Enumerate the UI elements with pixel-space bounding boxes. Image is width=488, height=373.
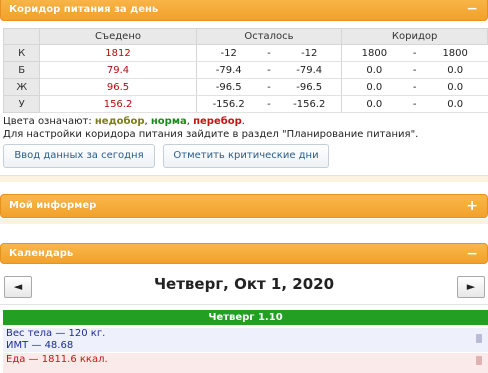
range-dash: - — [406, 61, 423, 79]
table-row: У 156.2 -156.2 - -156.2 0.0 - 0.0 — [2, 95, 488, 113]
range-dash: - — [406, 44, 423, 62]
calendar-panel-title: Календарь — [9, 248, 74, 259]
scale-icon — [476, 334, 482, 343]
row-label: К — [2, 44, 41, 62]
legend-suffix: . — [241, 116, 245, 127]
corridor-min-value: 0.0 — [341, 78, 407, 96]
row-label: Б — [2, 61, 41, 79]
apple-icon — [476, 356, 482, 365]
corridor-max-value: 0.0 — [422, 78, 488, 96]
range-dash: - — [260, 78, 278, 96]
range-dash: - — [260, 95, 278, 113]
corridor-panel-title: Коридор питания за день — [9, 4, 159, 15]
legend-ok: норма — [150, 116, 187, 127]
informer-panel-header[interactable]: Мой информер + — [0, 194, 488, 218]
table-row: Ж 96.5 -96.5 - -96.5 0.0 - 0.0 — [2, 78, 488, 96]
left-max-value: -96.5 — [277, 78, 342, 96]
left-max-value: -12 — [277, 44, 342, 62]
legend-low: недобор — [94, 116, 145, 127]
left-min-value: -12 — [195, 44, 261, 62]
column-header-eaten: Съедено — [39, 28, 197, 45]
left-min-value: -96.5 — [195, 78, 261, 96]
left-max-value: -156.2 — [277, 95, 342, 113]
enter-today-data-button[interactable]: Ввод данных за сегодня — [3, 144, 155, 168]
calendar-date: Четверг, Окт 1, 2020 — [153, 275, 335, 293]
body-metrics-entry[interactable]: Вес тела — 120 кг. ИМТ — 48.68 — [3, 328, 488, 352]
eaten-value: 1812 — [39, 44, 197, 62]
range-dash: - — [406, 78, 423, 96]
body-weight-text: Вес тела — 120 кг. — [6, 328, 106, 339]
left-min-value: -79.4 — [195, 61, 261, 79]
left-min-value: -156.2 — [195, 95, 261, 113]
eaten-value: 156.2 — [39, 95, 197, 113]
eaten-value: 79.4 — [39, 61, 197, 79]
day-header[interactable]: Четверг 1.10 — [3, 310, 488, 325]
range-dash: - — [260, 44, 278, 62]
row-label: Ж — [2, 78, 41, 96]
food-entry[interactable]: Еда — 1811.6 ккал. — [3, 353, 488, 373]
corridor-max-value: 1800 — [422, 44, 488, 62]
nutrition-corridor-table: Съедено Осталось Коридор К 1812 -12 - -1… — [2, 28, 488, 113]
calendar-panel-header[interactable]: Календарь − — [0, 243, 488, 264]
corridor-panel-header[interactable]: Коридор питания за день − — [0, 0, 488, 21]
range-dash: - — [406, 95, 423, 113]
collapse-icon[interactable]: − — [466, 244, 478, 264]
eaten-value: 96.5 — [39, 78, 197, 96]
legend-prefix: Цвета означают: — [3, 116, 95, 127]
divider — [0, 304, 488, 305]
column-header-corridor: Коридор — [341, 28, 488, 45]
food-calories-text: Еда — 1811.6 ккал. — [6, 354, 108, 365]
corridor-max-value: 0.0 — [422, 61, 488, 79]
collapse-icon[interactable]: − — [466, 0, 478, 22]
next-day-button[interactable]: ► — [457, 276, 485, 298]
table-row: К 1812 -12 - -12 1800 - 1800 — [2, 44, 488, 62]
panel-footer-strip — [0, 219, 488, 224]
column-header-left: Осталось — [195, 28, 343, 45]
range-dash: - — [260, 61, 278, 79]
table-header-row: Съедено Осталось Коридор — [2, 28, 488, 45]
corridor-min-value: 1800 — [341, 44, 407, 62]
informer-panel-title: Мой информер — [9, 200, 97, 211]
legend-over: перебор — [193, 116, 242, 127]
mark-critical-days-button[interactable]: Отметить критические дни — [163, 144, 329, 168]
color-legend: Цвета означают: недобор, норма, перебор. — [3, 116, 245, 128]
panel-footer-strip — [0, 176, 488, 182]
corner-cell — [2, 28, 41, 45]
bmi-text: ИМТ — 48.68 — [6, 340, 74, 351]
left-max-value: -79.4 — [277, 61, 342, 79]
expand-icon[interactable]: + — [466, 195, 478, 217]
table-row: Б 79.4 -79.4 - -79.4 0.0 - 0.0 — [2, 61, 488, 79]
corridor-max-value: 0.0 — [422, 95, 488, 113]
row-label: У — [2, 95, 41, 113]
settings-hint: Для настройки коридора питания зайдите в… — [3, 129, 419, 140]
corridor-min-value: 0.0 — [341, 95, 407, 113]
corridor-min-value: 0.0 — [341, 61, 407, 79]
